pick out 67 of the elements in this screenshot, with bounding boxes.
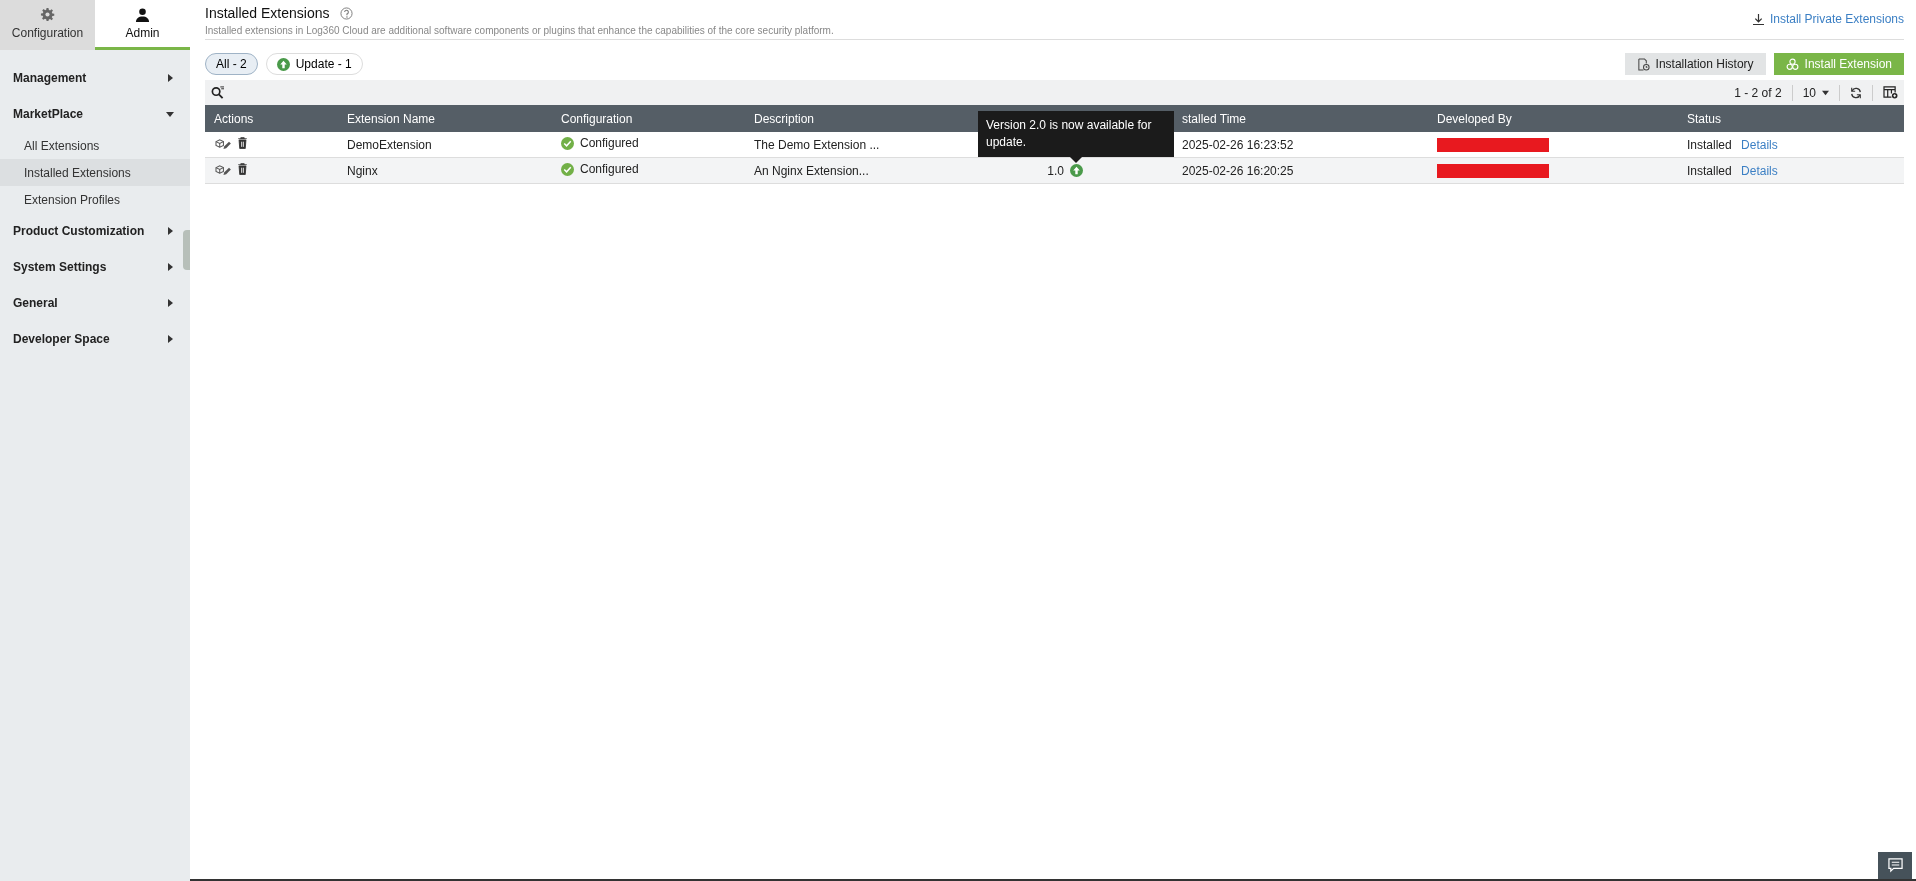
page-description: Installed extensions in Log360 Cloud are additional software components or plugins that enhance the capabilities of the core security platform. [205, 25, 834, 36]
search-icon[interactable] [211, 86, 224, 99]
column-header[interactable]: stalled Time [1170, 105, 1428, 132]
table-cell: 2025-02-26 16:20:25 [1170, 157, 1428, 184]
column-header[interactable]: Status [1678, 105, 1904, 132]
table-cell: 1.0 [1047, 163, 1064, 178]
filter-chip[interactable]: All - 2 [205, 53, 258, 75]
check-circle-icon [561, 162, 574, 176]
table-cell: Nginx [338, 157, 552, 184]
chat-icon [1886, 858, 1904, 873]
menu-item[interactable]: General [0, 285, 181, 321]
up-arrow-icon [276, 57, 290, 71]
history-icon [1636, 57, 1650, 71]
menu-item[interactable]: Management [0, 60, 181, 96]
caret-right-icon [166, 299, 174, 307]
column-header[interactable]: Configuration [552, 105, 745, 132]
page-size-dropdown[interactable]: 10 [1802, 85, 1829, 100]
tooltip: Version 2.0 is now available for update. [978, 111, 1174, 157]
tooltip-pointer [1070, 157, 1082, 163]
table-cell: Installed [1687, 137, 1732, 152]
trash-icon[interactable] [237, 163, 248, 175]
edit-config-icon[interactable] [214, 162, 231, 176]
sidebar-tab[interactable]: Configuration [0, 0, 95, 50]
column-header[interactable]: Actions [205, 105, 338, 132]
caret-right-icon [166, 74, 174, 82]
column-header[interactable]: Extension Name [338, 105, 552, 132]
collapse-handle[interactable] [183, 230, 190, 270]
refresh-icon[interactable] [1850, 86, 1862, 99]
user-icon [135, 7, 150, 22]
install-private-link[interactable]: Install Private Extensions [1752, 12, 1904, 26]
table-cell: DemoExtension [338, 132, 552, 158]
check-circle-icon [561, 136, 574, 150]
column-header[interactable]: Developed By [1428, 105, 1678, 132]
column-header[interactable]: Description [745, 105, 970, 132]
table-cell: An Nginx Extension... [745, 157, 970, 184]
menu-item[interactable]: System Settings [0, 249, 181, 285]
table-cell: Installed [1687, 163, 1732, 178]
menu-item[interactable]: MarketPlace [0, 96, 181, 132]
cubes-icon [1785, 57, 1799, 71]
menu-item[interactable]: Product Customization [0, 213, 181, 249]
filter-chip[interactable]: Update - 1 [265, 53, 363, 75]
history-button[interactable]: Installation History [1624, 53, 1766, 75]
caret-right-icon [166, 263, 174, 271]
submenu-item[interactable]: Extension Profiles [0, 186, 190, 213]
page-range: 1 - 2 of 2 [1734, 85, 1782, 100]
table-cell: The Demo Extension ... [745, 132, 970, 158]
sidebar-tab[interactable]: Admin [95, 0, 190, 50]
up-arrow-icon[interactable] [1070, 164, 1083, 177]
trash-icon[interactable] [237, 137, 248, 149]
column-settings-icon[interactable] [1883, 86, 1898, 99]
gear-icon [40, 7, 55, 22]
download-icon [1752, 13, 1764, 25]
caret-down-icon [166, 110, 174, 118]
menu-item[interactable]: Developer Space [0, 321, 181, 357]
edit-config-icon[interactable] [214, 136, 231, 150]
help-icon[interactable] [339, 6, 353, 20]
caret-down-icon [1822, 89, 1829, 96]
caret-right-icon [166, 227, 174, 235]
table-cell: Configured [561, 136, 639, 151]
details-link[interactable]: Details [1741, 137, 1778, 152]
page-title: Installed Extensions [205, 5, 330, 21]
chat-button[interactable] [1878, 852, 1912, 879]
details-link[interactable]: Details [1741, 163, 1778, 178]
submenu-item[interactable]: All Extensions [0, 132, 190, 159]
submenu-item[interactable]: Installed Extensions [0, 159, 190, 186]
table-cell: Configured [561, 162, 639, 177]
caret-right-icon [166, 335, 174, 343]
